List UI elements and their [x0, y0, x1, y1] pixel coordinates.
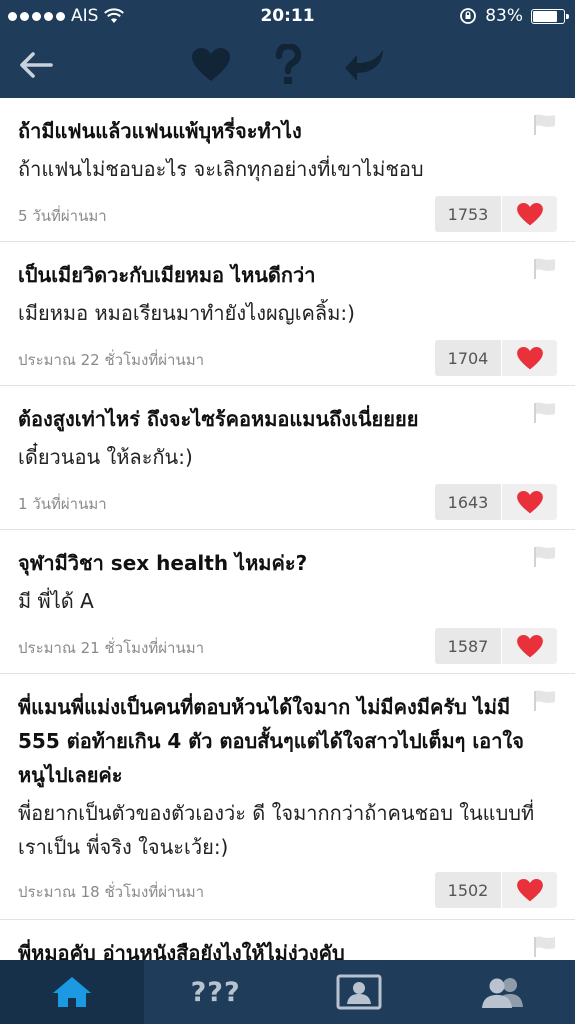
question-icon [275, 44, 302, 84]
report-button[interactable] [533, 546, 557, 572]
question-title: เป็นเมียวิดวะกับเมียหมอ ไหนดีกว่า [18, 263, 316, 287]
battery-icon [531, 8, 569, 24]
question-card[interactable]: จุฬามีวิชา sex health ไหมค่ะ? มี พี่ได้ … [0, 530, 575, 674]
like-button[interactable] [501, 628, 557, 664]
tab-home[interactable] [0, 960, 144, 1024]
like-box: 1643 [435, 484, 557, 520]
question-card[interactable]: ต้องสูงเท่าไหร่ ถึงจะไซร้คอหมอแมนถึงเนี่… [0, 386, 575, 530]
tab-profile[interactable] [288, 960, 432, 1024]
heart-icon [516, 202, 543, 225]
report-button[interactable] [533, 936, 557, 960]
heart-icon [516, 634, 543, 657]
like-box: 1753 [435, 196, 557, 232]
report-button[interactable] [533, 690, 557, 716]
like-count: 1643 [435, 484, 501, 520]
post-time: 1 วันที่ผ่านมา [18, 495, 107, 513]
like-button[interactable] [501, 872, 557, 908]
answer-text: เมียหมอ หมอเรียนมาทำยังไงผญเคลิ้ม:) [18, 301, 355, 325]
flag-icon [534, 114, 555, 135]
flag-icon [534, 258, 555, 279]
tab-questions[interactable]: ??? [144, 960, 288, 1024]
like-count: 1587 [435, 628, 501, 664]
question-card[interactable]: ถ้ามีแฟนแล้วแฟนแพ้บุหรี่จะทำไง ถ้าแฟนไม่… [0, 98, 575, 242]
answer-text: มี พี่ได้ A [18, 589, 94, 613]
tab-bar: ??? [0, 960, 575, 1024]
post-time: ประมาณ 21 ชั่วโมงที่ผ่านมา [18, 639, 205, 657]
report-button[interactable] [533, 402, 557, 428]
battery-percent: 83% [485, 6, 523, 26]
flag-icon [534, 690, 555, 711]
question-title: จุฬามีวิชา sex health ไหมค่ะ? [18, 551, 308, 575]
like-box: 1704 [435, 340, 557, 376]
question-title: พี่แมนพี่แม่งเป็นคนที่ตอบห้วนได้ใจมาก ไม… [18, 695, 524, 787]
like-button[interactable] [501, 484, 557, 520]
question-card[interactable]: เป็นเมียวิดวะกับเมียหมอ ไหนดีกว่า เมียหม… [0, 242, 575, 386]
heart-icon [192, 48, 230, 81]
like-count: 1704 [435, 340, 501, 376]
tab-friends[interactable] [431, 960, 575, 1024]
heart-icon [516, 346, 543, 369]
like-box: 1587 [435, 628, 557, 664]
post-time: ประมาณ 22 ชั่วโมงที่ผ่านมา [18, 351, 205, 369]
ask-question-button[interactable] [266, 32, 310, 98]
answer-text: ถ้าแฟนไม่ชอบอะไร จะเลิกทุกอย่างที่เขาไม่… [18, 157, 424, 181]
question-card[interactable]: พี่หมอคับ อ่านหนังสือยังไงให้ไม่ง่วงคับ [0, 920, 575, 960]
question-title: ถ้ามีแฟนแล้วแฟนแพ้บุหรี่จะทำไง [18, 119, 302, 143]
reply-icon [345, 49, 383, 81]
answer-text: เดี๋ยวนอน ให้ละกัน:) [18, 445, 193, 469]
like-count: 1502 [435, 872, 501, 908]
reply-button[interactable] [340, 32, 390, 98]
nav-bar [0, 32, 575, 98]
like-button[interactable] [501, 340, 557, 376]
question-card[interactable]: พี่แมนพี่แม่งเป็นคนที่ตอบห้วนได้ใจมาก ไม… [0, 674, 575, 920]
like-button[interactable] [501, 196, 557, 232]
answer-text: พี่อยากเป็นตัวของตัวเองว่ะ ดี ใจมากกว่าถ… [18, 801, 535, 859]
back-button[interactable] [8, 32, 64, 98]
favorite-button[interactable] [188, 32, 234, 98]
question-title: พี่หมอคับ อ่านหนังสือยังไงให้ไม่ง่วงคับ [18, 941, 345, 960]
people-icon [482, 978, 524, 1008]
home-icon [52, 977, 91, 1007]
report-button[interactable] [533, 114, 557, 140]
post-time: ประมาณ 18 ชั่วโมงที่ผ่านมา [18, 883, 205, 901]
question-title: ต้องสูงเท่าไหร่ ถึงจะไซร้คอหมอแมนถึงเนี่… [18, 407, 419, 431]
question-feed: ถ้ามีแฟนแล้วแฟนแพ้บุหรี่จะทำไง ถ้าแฟนไม่… [0, 98, 575, 960]
like-count: 1753 [435, 196, 501, 232]
back-arrow-icon [20, 52, 53, 78]
heart-icon [516, 878, 543, 901]
flag-icon [534, 936, 555, 957]
flag-icon [534, 546, 555, 567]
like-box: 1502 [435, 872, 557, 908]
post-time: 5 วันที่ผ่านมา [18, 207, 107, 225]
rotation-lock-icon [460, 8, 477, 24]
flag-icon [534, 402, 555, 423]
report-button[interactable] [533, 258, 557, 284]
questions-label: ??? [190, 976, 241, 1008]
heart-icon [516, 490, 543, 513]
profile-card-icon [336, 974, 382, 1010]
status-bar: AIS 20:11 83% [0, 0, 575, 32]
